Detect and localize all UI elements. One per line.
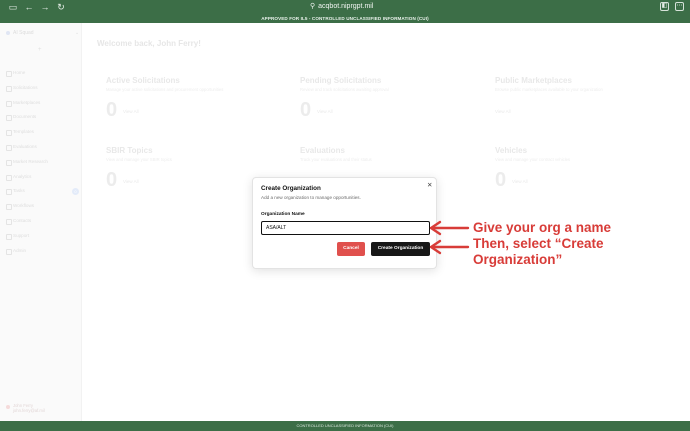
annotation-line-1: Give your org a name [473,220,612,235]
dialog-title: Create Organization [261,185,321,192]
close-icon[interactable]: ✕ [427,182,432,189]
organization-name-label: Organization Name [261,212,305,217]
back-icon[interactable]: ← [24,2,34,12]
lock-icon: ⚲ [310,3,316,10]
forward-icon[interactable]: → [40,2,50,12]
create-organization-button[interactable]: Create Organization [371,242,430,256]
classification-banner: APPROVED FOR IL5 - CONTROLLED UNCLASSIFI… [0,14,690,23]
menu-icon[interactable]: ⋯ [675,2,684,11]
cancel-button[interactable]: Cancel [337,242,365,256]
extension-icon[interactable]: ◧ [660,2,669,11]
sidebar-toggle-icon[interactable]: ▭ [8,2,18,12]
reload-icon[interactable]: ↻ [56,2,66,12]
annotation-line-2: Then, select “Create [473,236,604,251]
organization-name-input[interactable] [261,221,430,235]
dialog-description: Add a new organization to manage opportu… [261,195,361,200]
browser-toolbar: ▭ ← → ↻ ⚲ acqbot.niprgpt.mil ◧ ⋯ [0,0,690,14]
instruction-annotation: Give your org a name Then, select “Creat… [473,220,673,268]
url-text: acqbot.niprgpt.mil [318,3,374,10]
address-bar[interactable]: ⚲ acqbot.niprgpt.mil [310,2,373,12]
classification-footer: CONTROLLED UNCLASSIFIED INFORMATION (CUI… [0,421,690,431]
create-organization-dialog: Create Organization Add a new organizati… [252,177,437,269]
annotation-line-3: Organization” [473,252,563,267]
